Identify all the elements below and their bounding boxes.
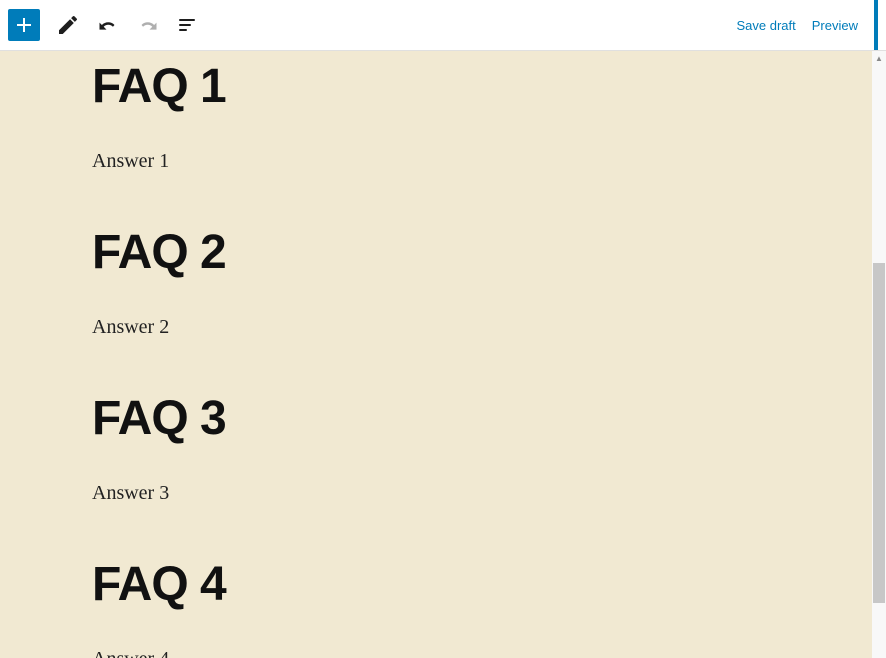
document-overview-button[interactable] [170,7,206,43]
undo-button[interactable] [90,7,126,43]
faq-answer[interactable]: Answer 1 [92,150,886,173]
undo-icon [96,13,120,37]
scrollbar-thumb[interactable] [873,263,885,603]
plus-icon [12,13,36,37]
publish-button-edge[interactable] [874,0,878,50]
faq-heading[interactable]: FAQ 4 [92,557,886,612]
faq-block[interactable]: FAQ 1 Answer 1 [92,59,886,173]
redo-button[interactable] [130,7,166,43]
preview-button[interactable]: Preview [812,18,858,33]
scrollbar-up-arrow[interactable]: ▲ [872,51,886,65]
faq-block[interactable]: FAQ 3 Answer 3 [92,391,886,505]
editor-canvas[interactable]: FAQ 1 Answer 1 FAQ 2 Answer 2 FAQ 3 Answ… [0,51,886,658]
post-content: FAQ 1 Answer 1 FAQ 2 Answer 2 FAQ 3 Answ… [0,51,886,658]
faq-heading[interactable]: FAQ 3 [92,391,886,446]
edit-mode-button[interactable] [50,7,86,43]
add-block-button[interactable] [8,9,40,41]
faq-block[interactable]: FAQ 2 Answer 2 [92,225,886,339]
faq-answer[interactable]: Answer 4 [92,648,886,658]
redo-icon [136,13,160,37]
faq-answer[interactable]: Answer 2 [92,316,886,339]
faq-answer[interactable]: Answer 3 [92,482,886,505]
save-draft-button[interactable]: Save draft [736,18,795,33]
pencil-icon [56,13,80,37]
faq-heading[interactable]: FAQ 2 [92,225,886,280]
faq-block[interactable]: FAQ 4 Answer 4 [92,557,886,658]
toolbar-left [8,7,206,43]
editor-toolbar: Save draft Preview [0,0,886,51]
editor-app: Save draft Preview FAQ 1 Answer 1 FAQ 2 … [0,0,886,658]
list-icon [176,13,200,37]
toolbar-right: Save draft Preview [736,0,886,50]
faq-heading[interactable]: FAQ 1 [92,59,886,114]
scrollbar-track[interactable]: ▲ [872,51,886,658]
